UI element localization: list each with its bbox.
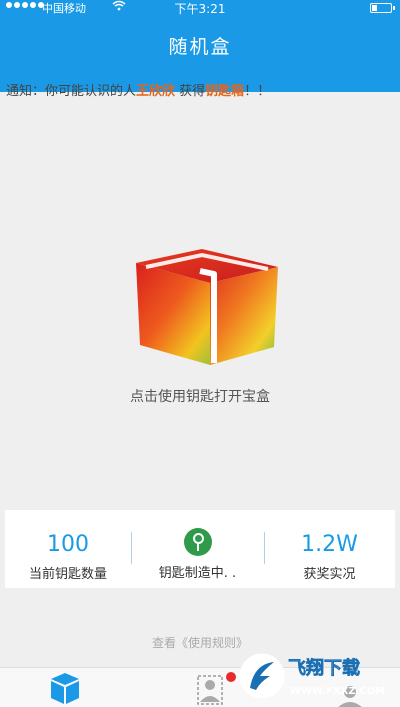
key-making-label: 钥匙制造中. . [158,566,237,581]
keys-count: 100 [47,532,89,557]
box-icon [51,673,79,704]
app-header: 中国移动 下午3:21 随机盒 [0,0,400,92]
page-title: 随机盒 [168,36,232,58]
notice-banner: 通知：你可能认识的人王欣欣 获得钥匙箱！！ [6,80,270,99]
stats-panel: 100 当前钥匙数量 钥匙制造中. . 1.2W 获奖实况 [5,510,395,588]
box-caption: 点击使用钥匙打开宝盒 [130,389,270,405]
status-time: 下午3:21 [174,2,226,16]
notice-prefix: 通知：你可能认识的人 [6,84,137,99]
keys-label: 当前钥匙数量 [28,567,107,582]
notification-dot [226,672,236,682]
notice-suffix: ！！ [244,84,271,99]
awards-stat[interactable]: 1.2W 获奖实况 [264,510,395,588]
keys-stat[interactable]: 100 当前钥匙数量 [5,510,131,588]
awards-label: 获奖实况 [303,567,356,582]
watermark-logo: 飞翔下载 WWW.FXXZ.COM [238,650,400,702]
rules-link[interactable]: 查看《使用规则》 [0,634,400,651]
cube-icon [136,249,278,365]
treasure-box[interactable] [132,245,282,370]
watermark-url: WWW.FXXZ.COM [290,686,385,697]
notice-middle: 获得 [175,84,206,99]
notice-user-name[interactable]: 王欣欣 [136,84,175,99]
key-icon [183,528,212,556]
battery-icon [370,3,395,13]
watermark-brand: 飞翔下载 [288,657,360,679]
awards-count: 1.2W [301,532,358,557]
key-making-stat[interactable]: 钥匙制造中. . [131,510,264,588]
notice-item: 钥匙箱 [205,84,245,99]
status-bar: 中国移动 下午3:21 [0,0,400,16]
tab-box[interactable] [40,668,90,707]
